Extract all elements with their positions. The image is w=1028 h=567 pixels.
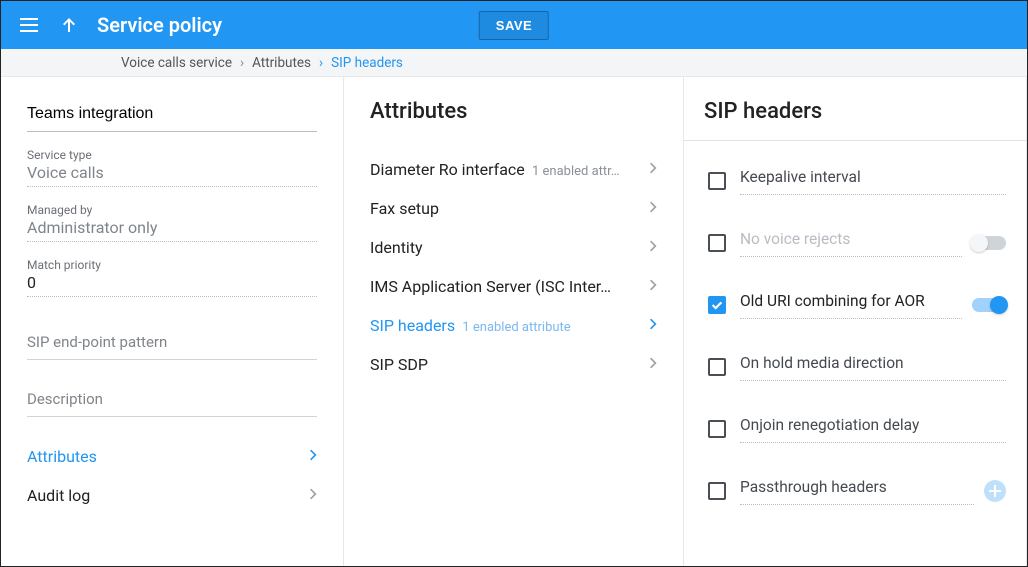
breadcrumb-item-active[interactable]: SIP headers	[331, 55, 403, 71]
field-service-type: Service type Voice calls	[27, 148, 317, 187]
description-input[interactable]: Description	[27, 382, 317, 417]
match-priority-input[interactable]: 0	[27, 272, 317, 297]
field-label: Managed by	[27, 203, 317, 217]
sidebar-nav: Attributes Audit log	[27, 437, 317, 515]
attribute-sublabel: 1 enabled attr…	[529, 164, 620, 179]
attribute-label: SIP SDP	[370, 355, 428, 374]
toggle-knob	[970, 234, 988, 252]
sidebar-panel: Service type Voice calls Managed by Admi…	[1, 77, 344, 566]
attribute-label: Identity	[370, 238, 423, 257]
sidebar-item-label: Audit log	[27, 486, 90, 505]
field-value: Administrator only	[27, 217, 317, 242]
hamburger-icon	[20, 18, 38, 32]
sidebar-item-label: Attributes	[27, 447, 97, 466]
checkbox[interactable]	[708, 482, 726, 500]
chevron-right-icon	[649, 160, 657, 179]
sip-header-label[interactable]: Passthrough headers	[740, 478, 974, 505]
attribute-item[interactable]: Diameter Ro interface 1 enabled attr…	[344, 150, 683, 189]
attribute-item[interactable]: IMS Application Server (ISC Inter…	[344, 267, 683, 306]
breadcrumb: Voice calls service › Attributes › SIP h…	[1, 49, 1027, 77]
attribute-item[interactable]: SIP SDP	[344, 345, 683, 384]
add-button[interactable]	[984, 480, 1006, 502]
attribute-label: Diameter Ro interface 1 enabled attr…	[370, 160, 620, 179]
panel-title: Attributes	[344, 95, 683, 128]
sip-header-label[interactable]: On hold media direction	[740, 354, 1006, 381]
toggle-switch[interactable]	[972, 236, 1006, 250]
attribute-item[interactable]: Identity	[344, 228, 683, 267]
sidebar-item-audit-log[interactable]: Audit log	[27, 476, 317, 515]
attributes-list: Diameter Ro interface 1 enabled attr… Fax…	[344, 150, 683, 384]
chevron-right-icon: ›	[240, 55, 244, 71]
sip-headers-list: Keepalive interval No voice rejects Old UR…	[684, 141, 1026, 513]
breadcrumb-item[interactable]: Voice calls service	[121, 55, 232, 71]
sip-header-item: No voice rejects	[708, 213, 1006, 265]
attribute-item[interactable]: SIP headers 1 enabled attribute	[344, 306, 683, 345]
field-value: Voice calls	[27, 162, 317, 187]
sip-header-item: Keepalive interval	[708, 151, 1006, 203]
sip-header-item: Passthrough headers	[708, 461, 1006, 513]
policy-name-input[interactable]	[27, 95, 317, 132]
sip-header-item: Onjoin renegotiation delay	[708, 399, 1006, 451]
back-button[interactable]	[49, 5, 89, 45]
app-header: Service policy SAVE	[1, 1, 1027, 49]
page-title: Service policy	[97, 13, 222, 37]
sidebar-item-attributes[interactable]: Attributes	[27, 437, 317, 476]
sip-header-item: On hold media direction	[708, 337, 1006, 389]
field-label: Match priority	[27, 258, 317, 272]
field-match-priority: Match priority 0	[27, 258, 317, 297]
sip-header-label[interactable]: Old URI combining for AOR	[740, 292, 962, 319]
checkbox[interactable]	[708, 420, 726, 438]
chevron-right-icon	[649, 355, 657, 374]
sip-header-item: Old URI combining for AOR	[708, 275, 1006, 327]
chevron-right-icon: ›	[319, 55, 323, 71]
content-columns: Service type Voice calls Managed by Admi…	[1, 77, 1027, 566]
toggle-switch[interactable]	[972, 298, 1006, 312]
sip-endpoint-pattern-input[interactable]: SIP end-point pattern	[27, 325, 317, 360]
breadcrumb-item[interactable]: Attributes	[252, 55, 311, 71]
sip-header-label[interactable]: Onjoin renegotiation delay	[740, 416, 1006, 443]
chevron-right-icon	[309, 447, 317, 466]
chevron-right-icon	[649, 199, 657, 218]
checkbox[interactable]	[708, 172, 726, 190]
checkbox[interactable]	[708, 234, 726, 252]
chevron-right-icon	[649, 277, 657, 296]
chevron-right-icon	[649, 316, 657, 335]
attribute-label: Fax setup	[370, 199, 439, 218]
sip-header-label[interactable]: Keepalive interval	[740, 168, 1006, 195]
field-managed-by: Managed by Administrator only	[27, 203, 317, 242]
chevron-right-icon	[649, 238, 657, 257]
save-button[interactable]: SAVE	[479, 11, 549, 40]
attribute-sublabel: 1 enabled attribute	[459, 320, 571, 335]
plus-icon	[989, 485, 1001, 497]
arrow-up-icon	[61, 17, 77, 33]
menu-button[interactable]	[9, 5, 49, 45]
checkbox[interactable]	[708, 296, 726, 314]
sip-headers-panel: SIP headers Keepalive interval No voice r…	[684, 77, 1027, 566]
field-label: Service type	[27, 148, 317, 162]
chevron-right-icon	[309, 486, 317, 505]
attribute-item[interactable]: Fax setup	[344, 189, 683, 228]
checkbox[interactable]	[708, 358, 726, 376]
toggle-knob	[990, 296, 1008, 314]
attribute-label: IMS Application Server (ISC Inter…	[370, 277, 611, 296]
panel-title: SIP headers	[684, 95, 1026, 141]
sip-header-label[interactable]: No voice rejects	[740, 230, 962, 257]
attributes-panel: Attributes Diameter Ro interface 1 enabl…	[344, 77, 684, 566]
attribute-label: SIP headers 1 enabled attribute	[370, 316, 571, 335]
